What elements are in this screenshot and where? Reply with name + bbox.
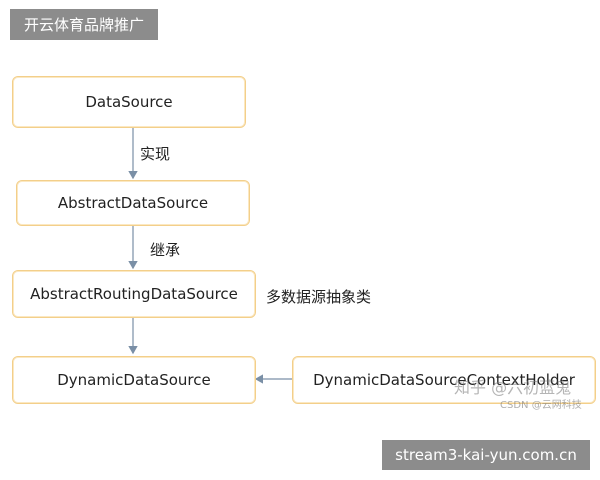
node-dynamic-datasource: DynamicDataSource (12, 356, 256, 404)
edge-label-implements: 实现 (140, 145, 171, 163)
node-abstract-datasource: AbstractDataSource (16, 180, 250, 226)
connector-arrows (128, 127, 292, 384)
node-datasource: DataSource (12, 76, 246, 128)
edge-label-inherits: 继承 (150, 241, 181, 259)
node-context-holder: DynamicDataSourceContextHolder (292, 356, 596, 404)
footer-url-banner: stream3-kai-yun.com.cn (382, 440, 590, 470)
node-abstract-routing-datasource: AbstractRoutingDataSource (12, 270, 256, 318)
annotation-multi-datasource: 多数据源抽象类 (266, 288, 372, 306)
